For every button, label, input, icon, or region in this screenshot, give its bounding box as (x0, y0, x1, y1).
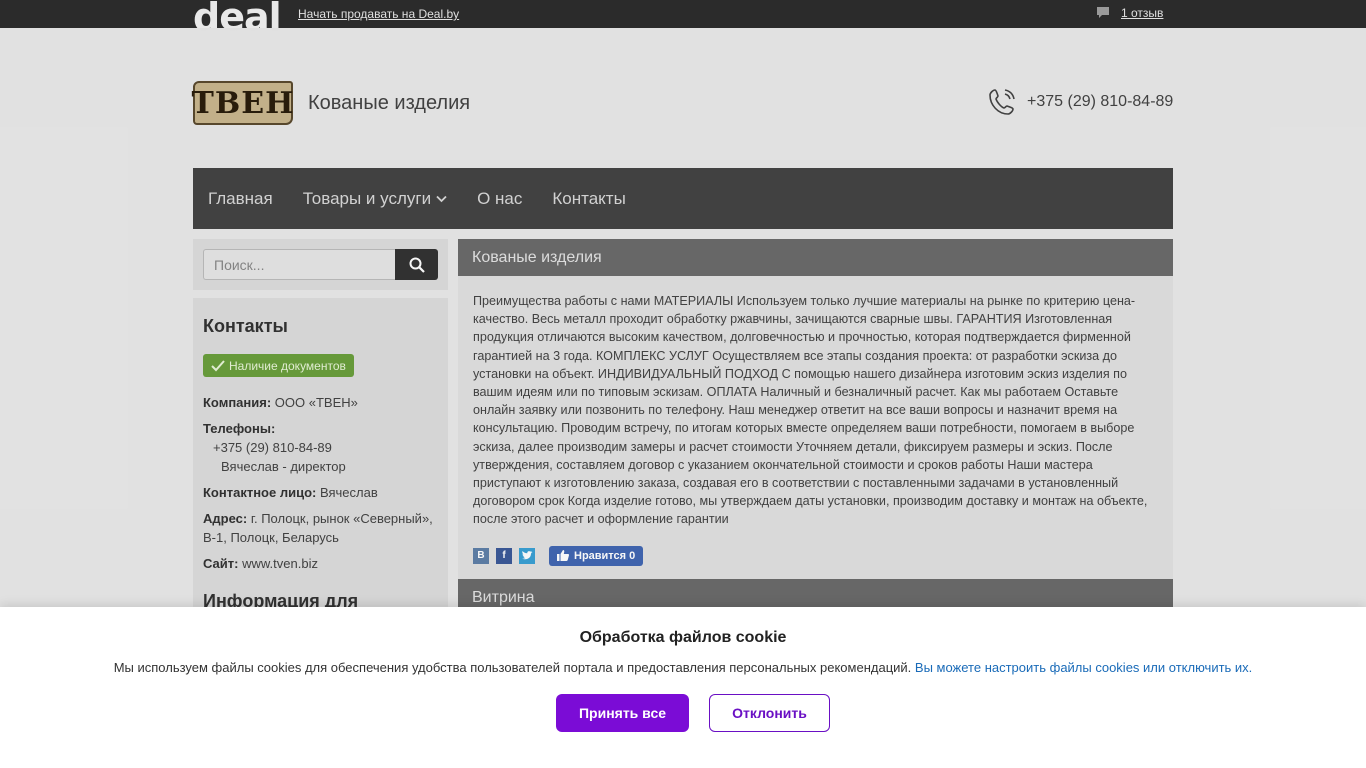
fb-letter: f (502, 550, 506, 562)
bird-icon (521, 551, 532, 560)
company-title: Кованые изделия (308, 92, 471, 114)
thumbs-up-icon (557, 550, 569, 562)
reviews-link[interactable]: 1 отзыв (1121, 6, 1163, 20)
phones-row: Телефоны: +375 (29) 810-84-89 Вячеслав -… (203, 419, 438, 476)
address-label: Адрес: (203, 511, 248, 526)
nav-item-label: Товары и услуги (302, 188, 432, 208)
address-row: Адрес: г. Полоцк, рынок «Северный», В-1,… (203, 509, 438, 547)
description-text: Преимущества работы с нами МАТЕРИАЛЫ Исп… (473, 294, 1148, 527)
start-selling-link[interactable]: Начать продавать на Deal.by (298, 7, 459, 21)
nav-item-label: Главная (208, 188, 273, 208)
facebook-share-icon[interactable]: f (496, 547, 512, 564)
share-bar: В f Нравится 0 (473, 545, 1158, 566)
documents-badge-label: Наличие документов (229, 358, 346, 373)
cookie-text: Мы используем файлы cookies для обеспече… (0, 660, 1366, 675)
like-label: Нравится 0 (574, 549, 636, 562)
site-label: Сайт: (203, 556, 239, 571)
check-icon (211, 359, 225, 371)
person-value: Вячеслав (319, 485, 378, 500)
company-label: Компания: (203, 395, 272, 410)
search-icon (409, 257, 425, 273)
vk-share-icon[interactable]: В (473, 547, 489, 564)
documents-badge[interactable]: Наличие документов (203, 354, 354, 377)
phones-label: Телефоны: (203, 421, 276, 436)
nav-item-label: О нас (477, 188, 523, 208)
site-link[interactable]: www.tven.biz (242, 556, 318, 571)
contacts-panel: Контакты Наличие документов Компания: ОО… (193, 298, 448, 618)
decline-button[interactable]: Отклонить (709, 694, 830, 732)
twitter-share-icon[interactable] (519, 547, 535, 564)
nav-item-about[interactable]: О нас (477, 189, 522, 209)
contacts-title: Контакты (203, 316, 288, 336)
company-logo-text: ТВЕН (191, 85, 295, 121)
search-form (193, 239, 448, 290)
company-logo[interactable]: ТВЕН (191, 81, 295, 125)
comment-icon (1097, 7, 1109, 18)
cookie-settings-link[interactable]: Вы можете настроить файлы cookies или от… (915, 660, 1252, 675)
cookie-title: Обработка файлов cookie (579, 629, 787, 646)
contact-phone[interactable]: +375 (29) 810-84-89 (213, 438, 438, 457)
deal-logo[interactable]: deal (193, 0, 282, 38)
main-section-title: Кованые изделия (458, 239, 1173, 276)
person-label: Контактное лицо: (203, 485, 317, 500)
company-value: ООО «ТВЕН» (274, 395, 358, 410)
main-nav: Главная Товары и услуги О нас Контакты (193, 168, 1173, 229)
cookie-banner: Обработка файлов cookie Мы используем фа… (0, 607, 1366, 768)
nav-item-products[interactable]: Товары и услуги (303, 189, 447, 209)
reviews: 1 отзыв (1096, 6, 1163, 20)
top-bar: deal Начать продавать на Deal.by 1 отзыв (0, 0, 1366, 36)
site-row: Сайт: www.tven.biz (203, 554, 438, 573)
nav-item-home[interactable]: Главная (208, 189, 273, 209)
contact-phone-person: Вячеслав - директор (221, 459, 346, 474)
chevron-down-icon (436, 195, 447, 202)
person-row: Контактное лицо: Вячеслав (203, 483, 438, 502)
company-row: Компания: ООО «ТВЕН» (203, 393, 438, 412)
accept-all-button[interactable]: Принять все (556, 694, 689, 732)
nav-item-label: Контакты (552, 188, 626, 208)
phone-icon (989, 89, 1015, 115)
main-section-body: Преимущества работы с нами МАТЕРИАЛЫ Исп… (458, 276, 1173, 579)
header-phone[interactable]: +375 (29) 810-84-89 (986, 86, 1173, 118)
search-input[interactable] (203, 249, 395, 280)
vk-letter: В (477, 550, 485, 562)
header-phone-number: +375 (29) 810-84-89 (1027, 93, 1174, 110)
search-button[interactable] (395, 249, 438, 280)
facebook-like-button[interactable]: Нравится 0 (549, 545, 644, 566)
nav-item-contacts[interactable]: Контакты (552, 189, 625, 209)
cookie-description: Мы используем файлы cookies для обеспече… (113, 660, 912, 675)
